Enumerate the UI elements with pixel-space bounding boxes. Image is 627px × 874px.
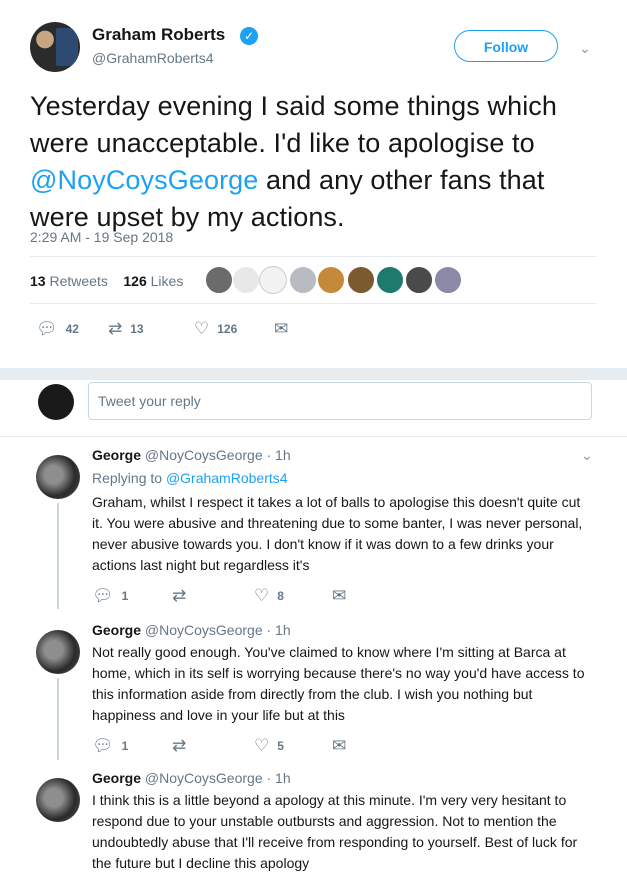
divider xyxy=(30,303,597,304)
author-name[interactable]: Graham Roberts xyxy=(92,25,225,45)
heart-icon: ♡ xyxy=(254,586,270,605)
follow-button[interactable]: Follow xyxy=(454,30,558,62)
direct-message-action[interactable]: ✉︎ xyxy=(332,586,346,606)
mention-link[interactable]: @NoyCoysGeorge xyxy=(30,165,258,195)
chevron-down-icon[interactable]: ⌄ xyxy=(579,40,591,57)
like-action[interactable]: ♡ 8 xyxy=(254,586,284,606)
retweet-icon: ⇄ xyxy=(172,586,187,605)
liker-avatar[interactable] xyxy=(317,266,345,294)
replying-to-link[interactable]: @GrahamRoberts4 xyxy=(166,470,288,486)
reply-tweet[interactable]: George @NoyCoysGeorge · 1h ⌄ Replying to… xyxy=(0,437,627,609)
reply-author-name[interactable]: George xyxy=(92,622,141,638)
reply-icon: 💬︎ xyxy=(92,736,114,755)
heart-icon: ♡ xyxy=(194,319,210,338)
replying-to: Replying to @GrahamRoberts4 xyxy=(92,470,288,486)
tweet-timestamp[interactable]: 2:29 AM - 19 Sep 2018 xyxy=(30,229,173,245)
liker-avatar[interactable] xyxy=(289,266,317,294)
tweet-stats: 13 Retweets 126 Likes xyxy=(30,273,183,289)
retweets-stat[interactable]: 13 Retweets xyxy=(30,273,108,289)
reply-author-handle[interactable]: @NoyCoysGeorge xyxy=(145,622,263,638)
retweet-icon: ⇄ xyxy=(172,736,187,755)
tweet-text: Yesterday evening I said some things whi… xyxy=(30,91,558,232)
direct-message-action[interactable]: ✉︎ xyxy=(274,319,288,339)
retweet-icon: ⇄ xyxy=(108,319,123,338)
envelope-icon: ✉︎ xyxy=(332,586,347,605)
envelope-icon: ✉︎ xyxy=(332,736,347,755)
reply-action[interactable]: 💬︎ 42 xyxy=(36,319,79,339)
reply-author-avatar[interactable] xyxy=(36,778,80,822)
liker-avatar[interactable] xyxy=(232,266,260,294)
reply-author-handle[interactable]: @NoyCoysGeorge xyxy=(145,770,263,786)
reply-author-name[interactable]: George xyxy=(92,447,141,463)
envelope-icon: ✉︎ xyxy=(274,319,289,338)
liker-avatar[interactable] xyxy=(434,266,462,294)
reply-tweet[interactable]: George @NoyCoysGeorge · 1h I think this … xyxy=(0,760,627,873)
direct-message-action[interactable]: ✉︎ xyxy=(332,736,346,756)
likes-stat[interactable]: 126 Likes xyxy=(123,273,183,289)
reply-time[interactable]: · 1h xyxy=(267,770,291,786)
reply-text: Graham, whilst I respect it takes a lot … xyxy=(92,494,583,573)
chevron-down-icon[interactable]: ⌄ xyxy=(581,447,593,464)
liker-avatar[interactable] xyxy=(259,266,287,294)
divider xyxy=(30,256,597,257)
reply-text: Not really good enough. You've claimed t… xyxy=(92,644,585,723)
author-handle[interactable]: @GrahamRoberts4 xyxy=(92,50,214,66)
thread-line xyxy=(57,678,59,760)
like-action[interactable]: ♡ 5 xyxy=(254,736,284,756)
retweet-action[interactable]: ⇄ 13 xyxy=(108,319,144,339)
retweet-action[interactable]: ⇄ xyxy=(172,586,186,606)
liker-avatar[interactable] xyxy=(347,266,375,294)
reply-action[interactable]: 💬︎ 1 xyxy=(92,586,128,606)
reply-time[interactable]: · 1h xyxy=(267,622,291,638)
reply-input[interactable]: Tweet your reply xyxy=(88,382,592,420)
reply-action[interactable]: 💬︎ 1 xyxy=(92,736,128,756)
reply-time[interactable]: · 1h xyxy=(267,447,291,463)
section-separator xyxy=(0,368,627,380)
reply-author-avatar[interactable] xyxy=(36,630,80,674)
thread-line xyxy=(57,503,59,609)
reply-tweet[interactable]: George @NoyCoysGeorge · 1h Not really go… xyxy=(0,612,627,760)
reply-icon: 💬︎ xyxy=(92,586,114,605)
reply-author-handle[interactable]: @NoyCoysGeorge xyxy=(145,447,263,463)
liker-avatar[interactable] xyxy=(205,266,233,294)
reply-icon: 💬︎ xyxy=(36,319,58,338)
author-avatar[interactable] xyxy=(30,22,80,72)
retweet-action[interactable]: ⇄ xyxy=(172,736,186,756)
liker-avatar[interactable] xyxy=(376,266,404,294)
liker-avatar[interactable] xyxy=(405,266,433,294)
reply-author-name[interactable]: George xyxy=(92,770,141,786)
like-action[interactable]: ♡ 126 xyxy=(194,319,237,339)
reply-author-avatar[interactable] xyxy=(36,455,80,499)
reply-text: I think this is a little beyond a apolog… xyxy=(92,792,578,871)
heart-icon: ♡ xyxy=(254,736,270,755)
verified-badge-icon: ✓ xyxy=(240,27,258,45)
current-user-avatar[interactable] xyxy=(38,384,74,420)
